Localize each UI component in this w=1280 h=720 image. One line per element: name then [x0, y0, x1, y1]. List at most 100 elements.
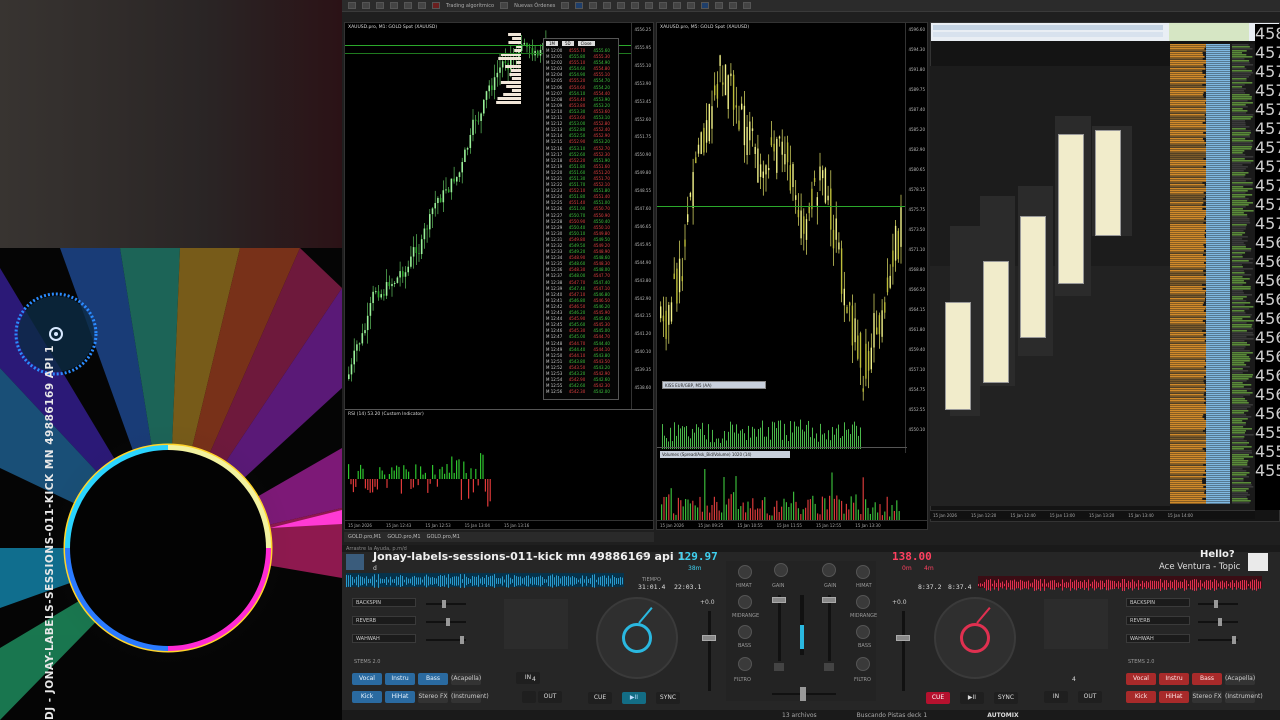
deck-b-loop-in-button[interactable]: IN [1044, 691, 1068, 703]
stem-instrument-button[interactable]: (Instrument) [451, 691, 489, 703]
tester-icon[interactable] [418, 2, 426, 9]
fx-slider-1-handle[interactable] [1214, 600, 1218, 608]
line-tool-icon[interactable] [631, 2, 640, 9]
channel-fader-a-handle[interactable] [772, 597, 786, 603]
fx-select-2[interactable]: REVERB [1126, 616, 1190, 625]
navigator-icon[interactable] [390, 2, 398, 9]
deck-b-platter[interactable] [960, 623, 990, 653]
chart-window-m5[interactable]: XAUUSD.pro, M5: GOLD Spot (XAUUSD) 4596.… [656, 22, 928, 530]
algo-trading-icon[interactable] [432, 2, 440, 9]
symbol-dropdown[interactable]: KISS EUR/GBP, M5 (AA) [662, 381, 766, 389]
deck-b-sync-button[interactable]: SYNC [994, 692, 1018, 704]
eq-mid-knob-b[interactable] [856, 595, 870, 609]
price-axis[interactable]: 4556.25 4555.95 4555.10 4553.90 4553.45 4552.… [631, 23, 653, 409]
trade-icon[interactable] [561, 2, 570, 9]
hline-tool-icon[interactable] [645, 2, 654, 9]
deck-a-platter[interactable] [622, 623, 652, 653]
stem-bass-button[interactable]: Bass [418, 673, 448, 685]
time-axis[interactable]: 15 Jan 2026 15 Jan 12:20 15 Jan 12:40 15 Ja… [930, 510, 1255, 519]
crosshair-icon[interactable] [575, 2, 584, 9]
deck-a-play-button[interactable]: ▶II [622, 692, 646, 704]
period-d1-icon[interactable] [743, 2, 752, 9]
terminal-icon[interactable] [404, 2, 412, 9]
time-axis[interactable]: 15 Jan 2026 15 Jan 09:25 15 Jan 10:55 15 Ja… [657, 520, 927, 529]
text-tool-icon[interactable] [659, 2, 668, 9]
fx-select-1[interactable]: BACKSPIN [1126, 598, 1190, 607]
deck-a-pad-area[interactable] [504, 599, 568, 649]
footprint-area[interactable] [930, 66, 1170, 506]
channel-fader-a[interactable] [778, 595, 781, 661]
fx-slider-3-handle[interactable] [1232, 636, 1236, 644]
footprint-candle[interactable] [945, 302, 971, 410]
period-h1-icon[interactable] [715, 2, 724, 9]
period-m1-icon[interactable] [673, 2, 682, 9]
eq-low-knob-a[interactable] [738, 625, 752, 639]
dom-tab-5d[interactable]: 5D [562, 41, 574, 46]
footprint-candle[interactable] [1095, 130, 1121, 236]
automix-button[interactable]: AUTOMIX [987, 712, 1018, 719]
dom-tab-1m[interactable]: 1M [546, 41, 558, 46]
fx-select-2[interactable]: REVERB [352, 616, 416, 625]
deck-a-sync-button[interactable]: SYNC [656, 692, 680, 704]
deck-a-pitch-fader-handle[interactable] [702, 635, 716, 641]
zoom-out-icon[interactable] [603, 2, 612, 9]
headphone-cue-a[interactable] [774, 663, 784, 671]
deck-b-pitch-fader-handle[interactable] [896, 635, 910, 641]
new-chart-icon[interactable] [348, 2, 356, 9]
chart-tab[interactable]: GOLD.pro,M1 [427, 534, 460, 540]
loop-in-button-2[interactable] [522, 691, 536, 703]
footprint-candle[interactable] [983, 261, 1009, 383]
fx-select-3[interactable]: WAHWAH [352, 634, 416, 643]
headphone-cue-b[interactable] [824, 663, 834, 671]
depth-of-market-panel[interactable]: 1M 5D Close M 12:00 4555.70 4555.60 M 12:01… [543, 38, 619, 400]
price-axis[interactable]: 4580.04579.04578.04577.04576.04575.04574… [1255, 24, 1280, 510]
fx-slider-1[interactable] [426, 603, 466, 605]
stem-kick-button[interactable]: Kick [1126, 691, 1156, 703]
deck-b-waveform[interactable] [978, 576, 1262, 591]
dom-row[interactable]: M 12:56 4542.30 4542.00 [544, 389, 618, 395]
eq-high-knob-b[interactable] [856, 565, 870, 579]
new-order-button[interactable]: Nuevas Órdenes [514, 3, 555, 9]
gain-knob-b[interactable] [822, 563, 836, 577]
stem-hihat-button[interactable]: HiHat [1159, 691, 1189, 703]
chart-tab[interactable]: GOLD.pro,M1 [387, 534, 420, 540]
deck-a-cue-button[interactable]: CUE [588, 692, 612, 704]
period-h4-icon[interactable] [729, 2, 738, 9]
footprint-candle[interactable] [1020, 216, 1046, 338]
period-m5-icon[interactable] [687, 2, 696, 9]
deck-a-waveform[interactable] [346, 573, 624, 588]
profiles-icon[interactable] [362, 2, 370, 9]
gain-knob-a[interactable] [774, 563, 788, 577]
fx-slider-1-handle[interactable] [442, 600, 446, 608]
fx-select-1[interactable]: BACKSPIN [352, 598, 416, 607]
fx-slider-2-handle[interactable] [446, 618, 450, 626]
stem-instrument-button[interactable]: (Instrument) [1225, 691, 1263, 703]
stem-bass-button[interactable]: Bass [1192, 673, 1222, 685]
fx-slider-2-handle[interactable] [1218, 618, 1222, 626]
loop-out-button[interactable]: OUT [538, 691, 562, 703]
deck-b-pad-area[interactable] [1044, 599, 1108, 649]
stem-hihat-button[interactable]: HiHat [385, 691, 415, 703]
deck-b-loop-out-button[interactable]: OUT [1078, 691, 1102, 703]
footprint-candle[interactable] [1058, 134, 1084, 284]
stem-instru-button[interactable]: Instru [385, 673, 415, 685]
volume-ladder[interactable] [1170, 44, 1255, 510]
deck-b-play-button[interactable]: ▶II [960, 692, 984, 704]
deck-a-jog-wheel[interactable] [596, 597, 678, 679]
stem-acapella-button[interactable]: (Acapella) [451, 673, 481, 685]
price-axis[interactable]: 4596.60 4594.30 4591.80 4589.75 4587.40 4585.… [905, 23, 927, 453]
tile-windows-icon[interactable] [617, 2, 626, 9]
deck-b-jog-wheel[interactable] [934, 597, 1016, 679]
stem-stereofx-button[interactable]: Stereo FX [418, 691, 448, 703]
zoom-in-icon[interactable] [589, 2, 598, 9]
deck-a-pitch-fader[interactable] [708, 611, 711, 691]
period-m15-icon[interactable] [701, 2, 710, 9]
stem-kick-button[interactable]: Kick [352, 691, 382, 703]
stem-vocal-button[interactable]: Vocal [352, 673, 382, 685]
fx-slider-3-handle[interactable] [460, 636, 464, 644]
algo-trading-button[interactable]: Trading algorítmico [446, 3, 494, 9]
market-watch-icon[interactable] [376, 2, 384, 9]
stem-vocal-button[interactable]: Vocal [1126, 673, 1156, 685]
stem-instru-button[interactable]: Instru [1159, 673, 1189, 685]
time-axis[interactable]: 15 Jan 2026 15 Jan 12:43 15 Jan 12:53 15 Ja… [345, 520, 653, 529]
